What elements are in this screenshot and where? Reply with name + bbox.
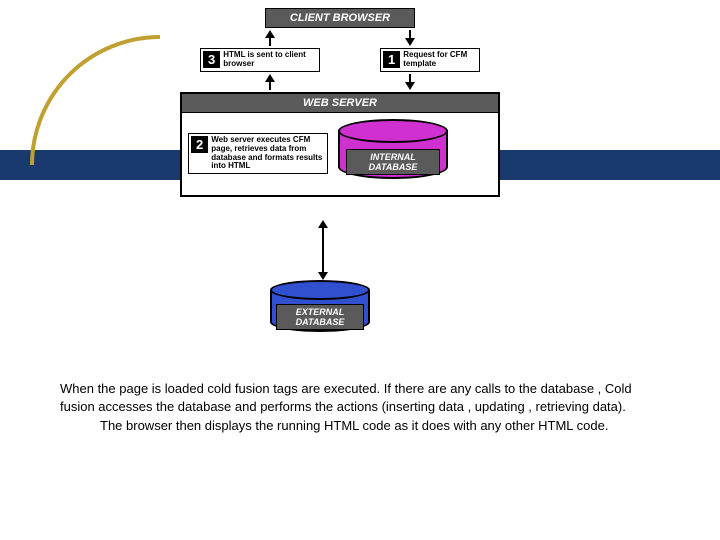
arrows-steps-to-server: [200, 74, 480, 90]
paragraph-2: The browser then displays the running HT…: [60, 417, 660, 435]
step-3-number: 3: [203, 51, 220, 68]
internal-database-icon: INTERNAL DATABASE: [338, 119, 448, 189]
step-3-text: HTML is sent to client browser: [223, 51, 317, 69]
step-3-box: 3 HTML is sent to client browser: [200, 48, 320, 72]
internal-db-label: INTERNAL DATABASE: [346, 149, 440, 175]
external-database-icon: EXTERNAL DATABASE: [270, 280, 370, 340]
architecture-diagram: CLIENT BROWSER 3 HTML is sent to client …: [180, 8, 500, 197]
step-1-number: 1: [383, 51, 400, 68]
description-text: When the page is loaded cold fusion tags…: [60, 380, 660, 437]
paragraph-1: When the page is loaded cold fusion tags…: [60, 380, 660, 415]
external-db-label: EXTERNAL DATABASE: [276, 304, 364, 330]
decorative-arc: [30, 35, 160, 165]
step-2-text: Web server executes CFM page, retrieves …: [211, 136, 325, 171]
step-2-number: 2: [191, 136, 208, 153]
step-1-box: 1 Request for CFM template: [380, 48, 480, 72]
web-server-header: WEB SERVER: [182, 94, 498, 113]
step-1-text: Request for CFM template: [403, 51, 477, 69]
client-browser-header: CLIENT BROWSER: [265, 8, 415, 28]
step-2-box: 2 Web server executes CFM page, retrieve…: [188, 133, 328, 174]
web-server-box: WEB SERVER 2 Web server executes CFM pag…: [180, 92, 500, 197]
arrows-client-to-steps: [200, 30, 480, 46]
steps-row-top: 3 HTML is sent to client browser 1 Reque…: [200, 48, 480, 72]
connector-to-external-db: [318, 220, 328, 280]
